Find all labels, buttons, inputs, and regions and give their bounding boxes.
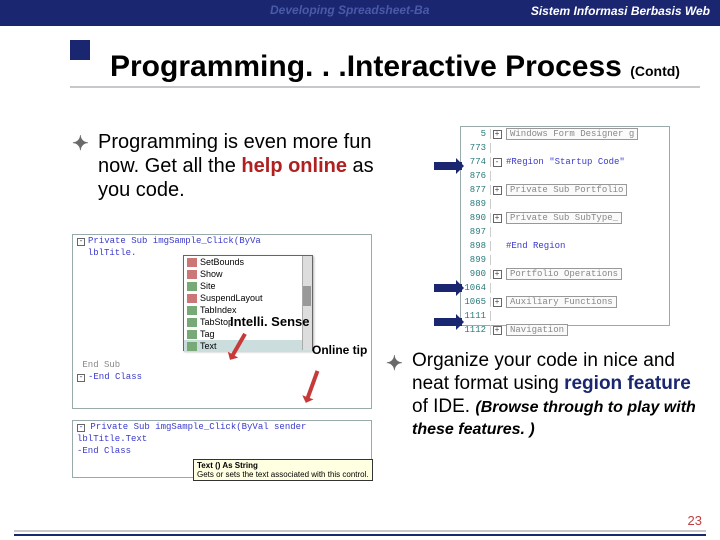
bullet-plus-icon: ✦ (72, 132, 89, 156)
code-region-row: 1111 (461, 309, 669, 323)
expand-toggle[interactable]: + (491, 213, 503, 223)
title-bullet-square (70, 40, 90, 60)
footer-rules (0, 530, 720, 536)
code-region-row: 773 (461, 141, 669, 155)
line-number: 5 (461, 129, 491, 139)
code-region-row: 897 (461, 225, 669, 239)
code-region-row: 774-#Region "Startup Code" (461, 155, 669, 169)
popup-item-selected[interactable]: Text (184, 340, 312, 352)
code-text: Private Sub SubType_ (503, 213, 622, 223)
content-area: ✦ Programming is even more fun now. Get … (0, 120, 720, 510)
arrow-marker-icon (434, 284, 462, 292)
code-region-row: 1112+Navigation (461, 323, 669, 337)
header-subtitle: Sistem Informasi Berbasis Web (531, 4, 710, 18)
line-number: 897 (461, 227, 491, 237)
header-bar: Developing Spreadsheet-Ba Sistem Informa… (0, 0, 720, 26)
code-panel-tooltip: - Private Sub imgSample_Click(ByVal send… (72, 420, 372, 478)
code-line: -Private Sub imgSample_Click(ByVa (73, 235, 371, 247)
code-text: Auxiliary Functions (503, 297, 617, 307)
code-tooltip: Text () As String Gets or sets the text … (193, 459, 373, 481)
line-number: 890 (461, 213, 491, 223)
code-region-row: 899 (461, 253, 669, 267)
line-number: 877 (461, 185, 491, 195)
expand-toggle[interactable]: - (491, 157, 503, 167)
code-text: #Region "Startup Code" (503, 157, 625, 167)
code-region-row: 890+Private Sub SubType_ (461, 211, 669, 225)
intellisense-popup[interactable]: SetBounds Show Site SuspendLayout TabInd… (183, 255, 313, 351)
expand-toggle[interactable]: + (491, 129, 503, 139)
arrow-marker-icon (434, 318, 462, 326)
code-region-row: 1065+Auxiliary Functions (461, 295, 669, 309)
scrollbar-thumb[interactable] (303, 286, 311, 306)
code-panel-regions: 5+Windows Form Designer g773774-#Region … (460, 126, 670, 326)
arrow-marker-icon (434, 162, 462, 170)
line-number: 899 (461, 255, 491, 265)
bullet-left-emphasis: help online (241, 155, 347, 177)
code-region-row: 889 (461, 197, 669, 211)
code-text: Navigation (503, 325, 568, 335)
code-region-row: 876 (461, 169, 669, 183)
line-number: 1065 (461, 297, 491, 307)
code-region-row: 5+Windows Form Designer g (461, 127, 669, 141)
bullet-right-post: of IDE. (412, 396, 475, 417)
line-number: 898 (461, 241, 491, 251)
code-text: Private Sub Portfolio (503, 185, 627, 195)
bullet-left: ✦ Programming is even more fun now. Get … (98, 130, 388, 202)
expand-toggle[interactable]: + (491, 297, 503, 307)
code-region-row: 900+Portfolio Operations (461, 267, 669, 281)
popup-item[interactable]: SetBounds (184, 256, 312, 268)
bullet-right: ✦ Organize your code in nice and neat fo… (412, 350, 702, 441)
code-text: Portfolio Operations (503, 269, 622, 279)
code-line: --End Class (73, 371, 371, 383)
title-underline (70, 86, 700, 88)
code-region-row: 877+Private Sub Portfolio (461, 183, 669, 197)
expand-toggle[interactable]: + (491, 185, 503, 195)
popup-item[interactable]: Site (184, 280, 312, 292)
code-line: lblTitle.Text (73, 433, 371, 445)
popup-item[interactable]: Tag (184, 328, 312, 340)
code-text: Windows Form Designer g (503, 129, 638, 139)
label-intellisense: Intelli. Sense (230, 314, 309, 329)
label-online-tip: Online tip (312, 344, 367, 357)
tooltip-text: Gets or sets the text associated with th… (197, 470, 369, 479)
title-area: Programming. . .Interactive Process (Con… (0, 50, 720, 88)
page-number: 23 (688, 513, 702, 528)
bullet-plus-icon: ✦ (386, 352, 403, 376)
code-line: - Private Sub imgSample_Click(ByVal send… (73, 421, 371, 433)
expand-toggle[interactable]: + (491, 325, 503, 335)
expand-toggle[interactable]: + (491, 269, 503, 279)
code-region-row: 898 #End Region (461, 239, 669, 253)
popup-item[interactable]: SuspendLayout (184, 292, 312, 304)
code-region-row: 1064 (461, 281, 669, 295)
code-line: -End Class (73, 445, 371, 457)
header-watermark: Developing Spreadsheet-Ba (270, 3, 429, 17)
tooltip-label: Text () As String (197, 461, 258, 470)
line-number: 773 (461, 143, 491, 153)
title-suffix: (Contd) (630, 63, 680, 79)
code-text: #End Region (503, 241, 565, 251)
bullet-right-emphasis: region feature (564, 373, 691, 394)
code-panel-intellisense: -Private Sub imgSample_Click(ByVa lblTit… (72, 234, 372, 409)
popup-item[interactable]: Show (184, 268, 312, 280)
title-main: Programming. . .Interactive Process (110, 50, 630, 83)
line-number: 889 (461, 199, 491, 209)
line-number: 900 (461, 269, 491, 279)
page-title: Programming. . .Interactive Process (Con… (110, 50, 720, 84)
scrollbar[interactable] (302, 256, 312, 350)
